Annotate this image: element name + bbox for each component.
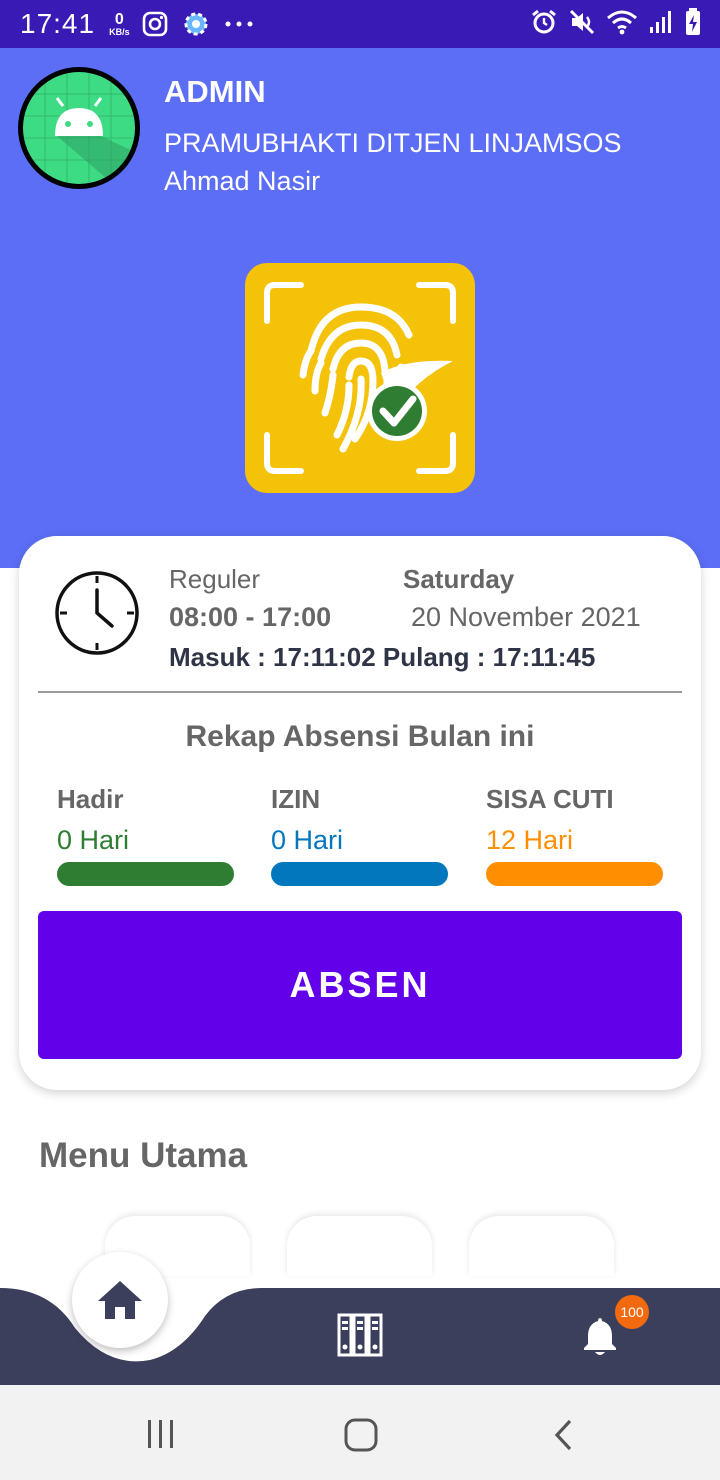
user-role: ADMIN bbox=[164, 74, 266, 109]
stat-izin-bar bbox=[271, 862, 448, 886]
organization-name: PRAMUBHAKTI DITJEN LINJAMSOS bbox=[164, 128, 622, 158]
network-speed-unit: KB/s bbox=[109, 26, 130, 37]
stat-sisa-cuti-value: 12 Hari bbox=[486, 825, 574, 855]
notification-badge: 100 bbox=[615, 1295, 649, 1329]
alarm-icon bbox=[532, 9, 556, 34]
wifi-icon bbox=[607, 10, 637, 35]
day-name: Saturday bbox=[403, 564, 515, 594]
absen-button[interactable]: ABSEN bbox=[38, 911, 682, 1059]
stat-hadir-label: Hadir bbox=[57, 784, 124, 814]
menu-title: Menu Utama bbox=[39, 1136, 248, 1175]
user-name: Ahmad Nasir bbox=[164, 166, 321, 196]
stat-hadir-bar bbox=[57, 862, 234, 886]
fingerprint-logo bbox=[245, 263, 475, 493]
bell-icon[interactable] bbox=[582, 1316, 618, 1356]
recent-apps-icon[interactable] bbox=[146, 1420, 176, 1448]
mute-icon bbox=[569, 9, 595, 35]
stat-sisa-cuti: SISA CUTI 12 Hari bbox=[486, 784, 663, 886]
fingerprint-check-icon bbox=[264, 282, 456, 474]
system-home-icon[interactable] bbox=[344, 1418, 378, 1452]
check-in-out-times: Masuk : 17:11:02 Pulang : 17:11:45 bbox=[169, 642, 596, 672]
stat-izin-label: IZIN bbox=[271, 784, 321, 814]
nav-files-icon[interactable] bbox=[336, 1313, 384, 1357]
stat-sisa-cuti-bar bbox=[486, 862, 663, 886]
nav-home-button[interactable] bbox=[72, 1252, 168, 1348]
signal-icon bbox=[650, 11, 671, 33]
more-icon bbox=[225, 21, 253, 27]
android-icon bbox=[23, 72, 135, 184]
network-speed: 0 KB/s bbox=[109, 10, 130, 37]
recap-title: Rekap Absensi Bulan ini bbox=[185, 720, 535, 753]
stat-izin: IZIN 0 Hari bbox=[271, 784, 448, 886]
stat-sisa-cuti-label: SISA CUTI bbox=[486, 784, 614, 814]
attendance-card: Reguler 08:00 - 17:00 Saturday 20 Novemb… bbox=[19, 536, 701, 1090]
clock-icon bbox=[55, 571, 139, 655]
shift-type: Reguler bbox=[169, 564, 261, 594]
status-bar: 17:41 0 KB/s bbox=[0, 0, 720, 48]
instagram-icon bbox=[142, 11, 167, 37]
shift-hours: 08:00 - 17:00 bbox=[169, 602, 332, 632]
home-icon bbox=[98, 1281, 142, 1319]
divider bbox=[38, 691, 682, 693]
back-icon[interactable] bbox=[552, 1418, 576, 1452]
status-time: 17:41 bbox=[20, 8, 96, 39]
avatar[interactable] bbox=[18, 67, 140, 189]
network-speed-value: 0 bbox=[114, 10, 124, 28]
stat-izin-value: 0 Hari bbox=[271, 825, 344, 855]
stat-hadir: Hadir 0 Hari bbox=[57, 784, 234, 886]
stat-hadir-value: 0 Hari bbox=[57, 825, 130, 855]
settings-app-icon bbox=[184, 12, 208, 36]
battery-charging-icon bbox=[686, 8, 700, 35]
current-date: 20 November 2021 bbox=[411, 602, 641, 632]
